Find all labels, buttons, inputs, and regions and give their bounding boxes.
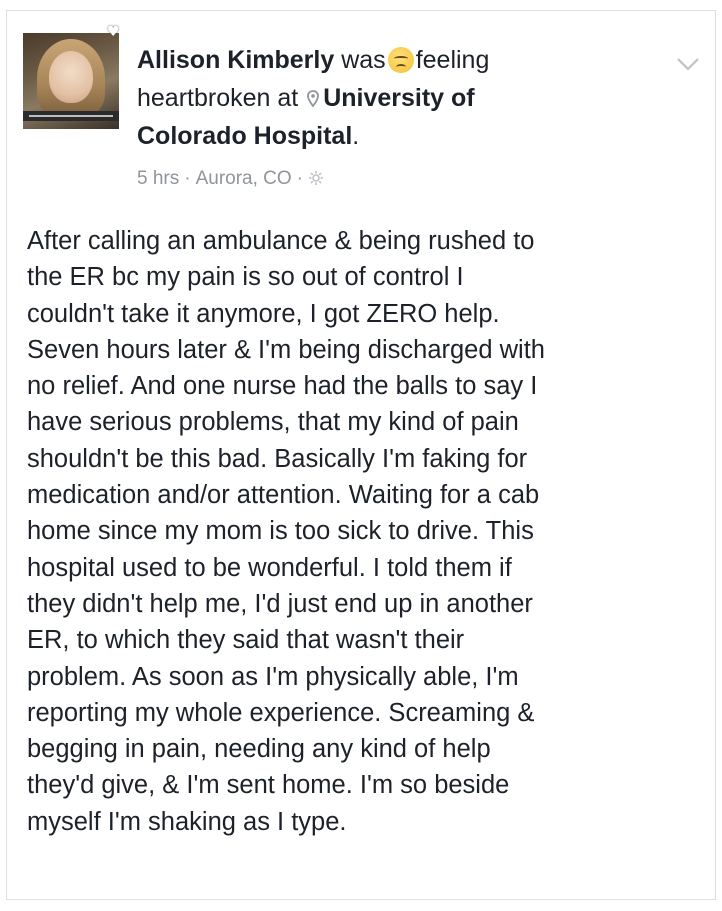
heart-icon: ♥: [107, 24, 120, 40]
avatar-face: [49, 51, 93, 103]
header-period: .: [352, 122, 360, 150]
post-header: Allison Kimberly was feeling heartbroken …: [137, 41, 657, 155]
location-name-line1[interactable]: University of: [323, 84, 474, 112]
post-meta: 5 hrs · Aurora, CO ·: [137, 167, 324, 191]
post-body: After calling an ambulance & being rushe…: [27, 227, 545, 836]
gear-icon[interactable]: [308, 170, 324, 186]
meta-separator: ·: [184, 168, 191, 189]
feeling-word: feeling: [415, 46, 490, 74]
was-text: was: [341, 46, 386, 74]
timestamp[interactable]: 5 hrs: [137, 168, 179, 189]
pin-icon: [307, 90, 320, 108]
author-name[interactable]: Allison Kimberly: [137, 46, 334, 74]
sad-emoji-icon: [387, 47, 414, 73]
feeling-state: heartbroken: [137, 84, 271, 112]
chevron-down-icon[interactable]: [675, 55, 701, 73]
location-name-line2[interactable]: Colorado Hospital: [137, 122, 352, 150]
avatar[interactable]: [23, 33, 119, 129]
meta-separator: ·: [296, 168, 303, 189]
avatar-banner-line: [29, 115, 113, 117]
post-card: ♥ Allison Kimberly was feeling heartbroke…: [6, 10, 716, 900]
place[interactable]: Aurora, CO: [196, 168, 292, 189]
at-text: at: [277, 84, 299, 112]
